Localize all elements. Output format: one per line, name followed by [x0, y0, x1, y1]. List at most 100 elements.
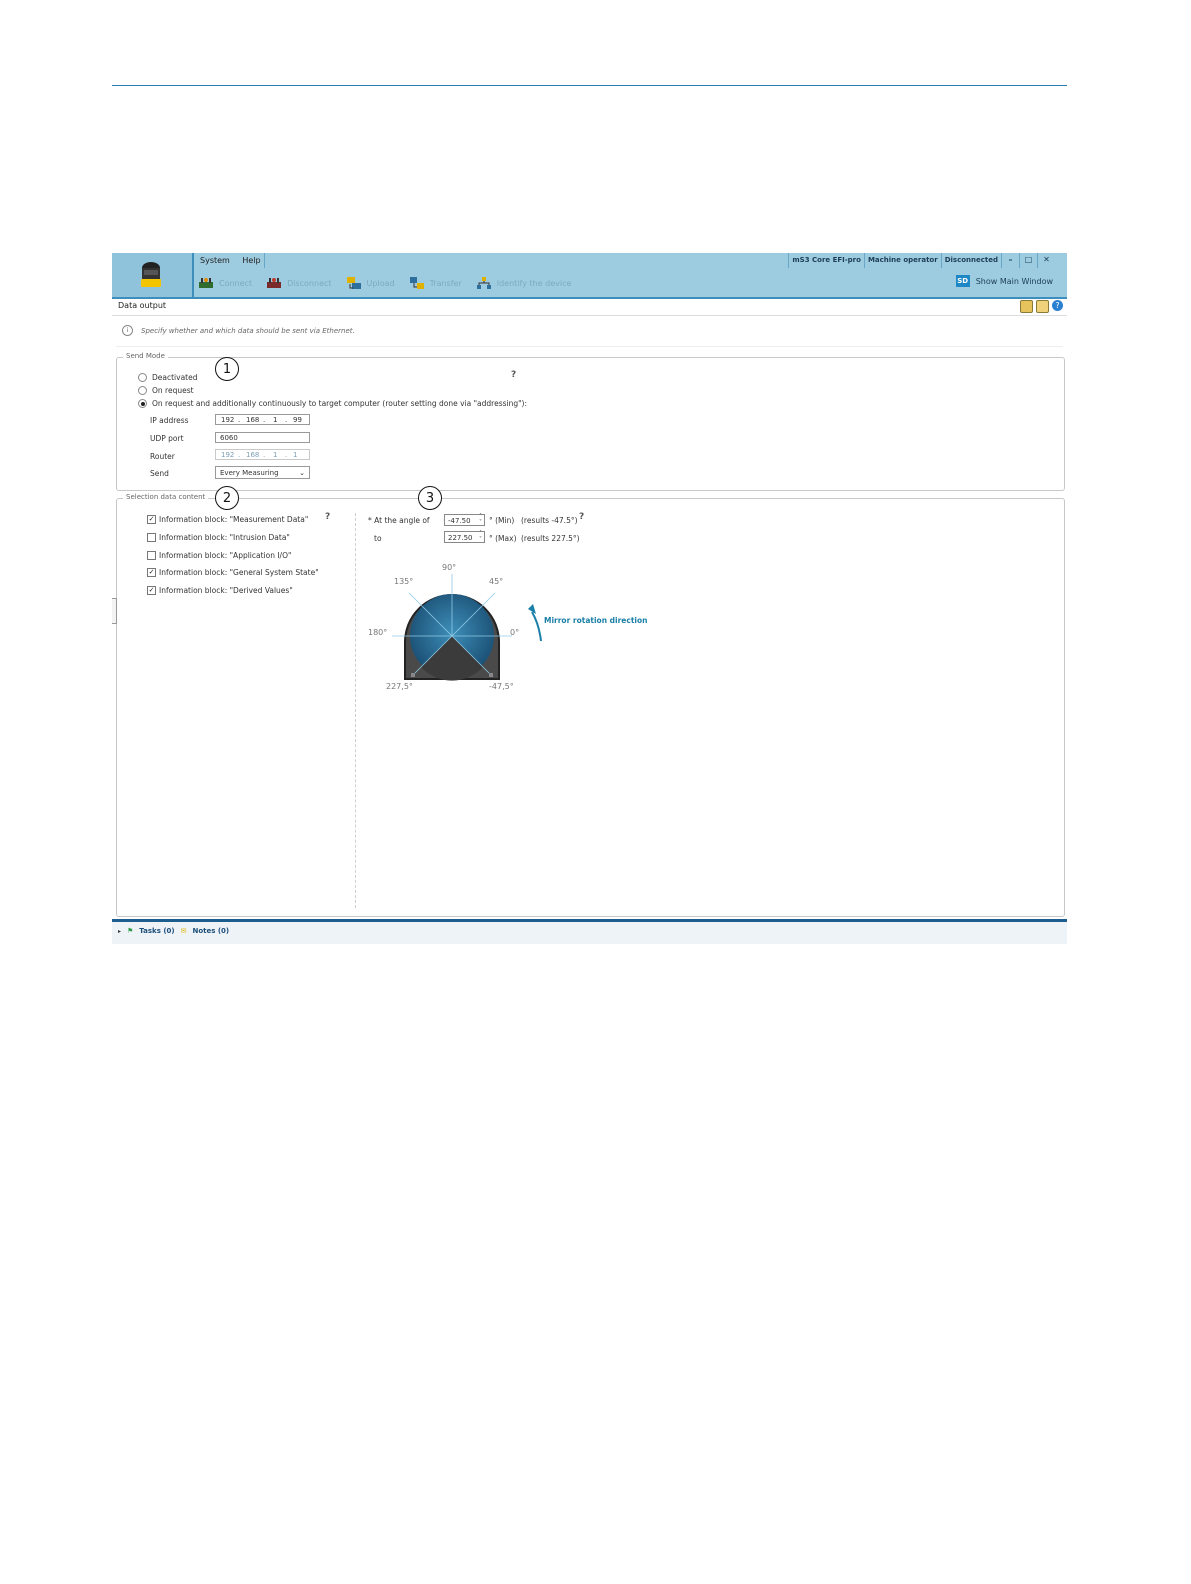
- connect-button[interactable]: Connect: [198, 276, 252, 290]
- scan-angle-dial: [392, 574, 542, 681]
- status-bar-items: ▸ ⚑ Tasks (0) ✉ Notes (0): [118, 927, 235, 935]
- identify-device-label: Identify the device: [496, 278, 572, 288]
- angle-neg47-label: -47,5°: [489, 682, 514, 691]
- ip-octet-3[interactable]: 1: [273, 415, 277, 426]
- angle-from-unit: ° (Min): [489, 516, 515, 525]
- block-general-system-state-label: Information block: "General System State…: [159, 568, 319, 577]
- export-icon[interactable]: [1036, 300, 1049, 313]
- angle-135-label: 135°: [394, 577, 414, 586]
- angle-to-value: 227.50: [448, 534, 473, 542]
- upload-button[interactable]: Upload: [346, 276, 395, 290]
- max-handle[interactable]: [489, 673, 493, 677]
- mirror-arrow[interactable]: [531, 611, 542, 642]
- ip-octet-4[interactable]: 99: [293, 415, 302, 426]
- chevron-down-icon: ⌄: [299, 469, 305, 477]
- disconnect-label: Disconnect: [287, 278, 332, 288]
- angle-from-value: -47.50: [448, 517, 471, 525]
- tasks-button[interactable]: Tasks (0): [139, 927, 174, 935]
- checkbox-derived-values[interactable]: ✓: [147, 586, 156, 595]
- block-derived-values[interactable]: ✓ Information block: "Derived Values": [147, 586, 293, 595]
- info-text: Specify whether and which data should be…: [141, 326, 355, 335]
- notes-button[interactable]: Notes (0): [192, 927, 229, 935]
- page-title: Data output: [118, 301, 167, 310]
- expand-arrow-icon[interactable]: ▸: [118, 928, 121, 935]
- checkbox-general-system-state[interactable]: ✓: [147, 568, 156, 577]
- send-select[interactable]: Every Measuring ⌄: [215, 466, 310, 479]
- radio-continuous-button[interactable]: [138, 399, 147, 408]
- angle-from-input[interactable]: -47.50 ˄ ˅: [444, 514, 485, 526]
- selection-data-group: Selection data content ✓ Information blo…: [116, 493, 1065, 917]
- show-main-window-button[interactable]: SD Show Main Window: [955, 275, 1053, 287]
- send-label: Send: [150, 469, 169, 478]
- block-measurement-data[interactable]: ✓ Information block: "Measurement Data": [147, 515, 308, 524]
- sd-badge-icon: SD: [955, 275, 970, 287]
- spinner-arrows-icon[interactable]: ˄ ˅: [479, 531, 482, 543]
- block-application-io-label: Information block: "Application I/O": [159, 551, 292, 560]
- callout-2: 2: [215, 486, 239, 510]
- title-bar: System Help mS3 Core EFI-pro Machine ope…: [112, 253, 1067, 299]
- radio-continuous[interactable]: On request and additionally continuously…: [138, 399, 527, 408]
- block-application-io[interactable]: Information block: "Application I/O": [147, 551, 291, 560]
- router-octet-4: 1: [293, 451, 298, 459]
- radio-deactivated-button[interactable]: [138, 373, 147, 382]
- send-mode-legend: Send Mode: [123, 352, 168, 360]
- identify-device-icon: [476, 277, 491, 289]
- spinner-arrows-icon[interactable]: ˄ ˅: [479, 514, 482, 526]
- angle-0-label: 0°: [510, 628, 520, 637]
- menu-system[interactable]: System: [200, 256, 230, 265]
- selection-data-legend: Selection data content: [123, 493, 209, 501]
- connect-icon: [199, 278, 213, 288]
- minimize-button[interactable]: –: [1001, 253, 1019, 268]
- close-button[interactable]: ✕: [1037, 253, 1055, 268]
- connection-status: Disconnected: [940, 253, 1001, 268]
- udp-port-field[interactable]: 6060: [215, 432, 310, 443]
- upload-icon: [346, 277, 361, 289]
- status-area: mS3 Core EFI-pro Machine operator Discon…: [788, 253, 1055, 268]
- maximize-button[interactable]: □: [1019, 253, 1037, 268]
- menu-help[interactable]: Help: [242, 256, 260, 265]
- udp-port-label: UDP port: [150, 434, 184, 443]
- radio-deactivated[interactable]: Deactivated: [138, 373, 197, 382]
- block-intrusion-data[interactable]: Information block: "Intrusion Data": [147, 533, 290, 542]
- callout-3: 3: [418, 486, 442, 510]
- block-intrusion-data-label: Information block: "Intrusion Data": [159, 533, 290, 542]
- ip-address-label: IP address: [150, 416, 189, 425]
- block-general-system-state[interactable]: ✓ Information block: "General System Sta…: [147, 568, 319, 577]
- router-octet-3: 1: [273, 451, 278, 459]
- radio-continuous-label: On request and additionally continuously…: [152, 399, 528, 408]
- upload-label: Upload: [366, 278, 395, 288]
- radio-on-request-button[interactable]: [138, 386, 147, 395]
- transfer-button[interactable]: Transfer: [409, 276, 462, 290]
- router-label: Router: [150, 452, 175, 461]
- router-octet-1: 192: [221, 451, 235, 459]
- identify-device-button[interactable]: Identify the device: [476, 276, 572, 290]
- angle-to-input[interactable]: 227.50 ˄ ˅: [444, 531, 485, 543]
- angle-help-icon[interactable]: ?: [579, 512, 584, 522]
- ip-octet-2[interactable]: 168: [246, 415, 259, 426]
- connect-label: Connect: [219, 278, 253, 288]
- sidebar-expand-handle[interactable]: [112, 598, 117, 624]
- transfer-icon: [409, 277, 424, 289]
- mirror-rotation-link[interactable]: Mirror rotation direction: [544, 616, 647, 625]
- angle-227-label: 227,5°: [386, 682, 413, 691]
- router-octet-2: 168: [246, 451, 260, 459]
- min-handle[interactable]: [411, 673, 415, 677]
- angle-to-label: to: [374, 534, 382, 543]
- ip-octet-1[interactable]: 192: [221, 415, 234, 426]
- checkbox-intrusion-data[interactable]: [147, 533, 156, 542]
- print-icon[interactable]: [1020, 300, 1033, 313]
- send-select-value: Every Measuring: [220, 469, 279, 477]
- radio-on-request[interactable]: On request: [138, 386, 194, 395]
- blocks-help-icon[interactable]: ?: [325, 512, 330, 522]
- notes-icon: ✉: [180, 927, 187, 935]
- angle-from-label: * At the angle of: [368, 516, 430, 525]
- angle-180-label: 180°: [368, 628, 388, 637]
- checkbox-application-io[interactable]: [147, 551, 156, 560]
- checkbox-measurement-data[interactable]: ✓: [147, 515, 156, 524]
- disconnect-button[interactable]: Disconnect: [266, 276, 332, 290]
- header-icons: ?: [1017, 300, 1063, 313]
- send-mode-help-icon[interactable]: ?: [511, 370, 516, 380]
- ip-address-field[interactable]: 192 . 168 . 1 . 99: [215, 414, 310, 425]
- radio-on-request-label: On request: [152, 386, 194, 395]
- help-icon[interactable]: ?: [1052, 300, 1063, 311]
